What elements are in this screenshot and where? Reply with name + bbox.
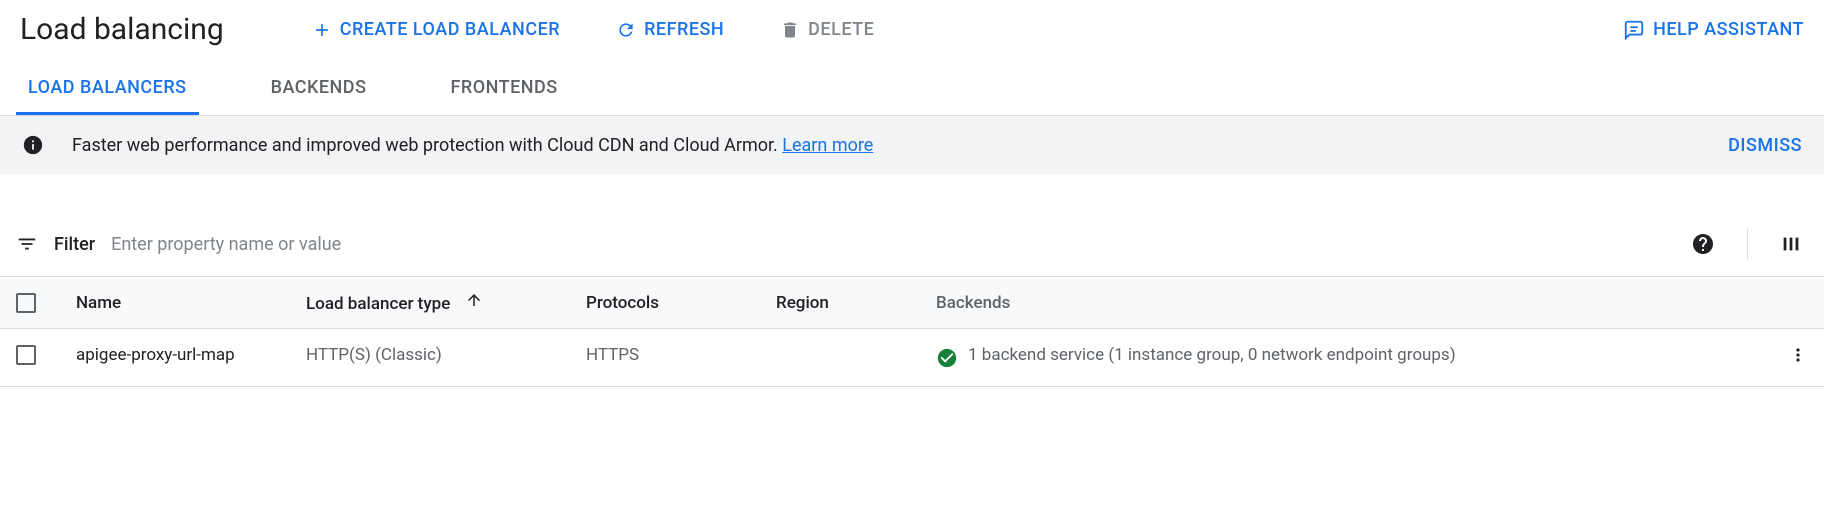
table-row[interactable]: apigee-proxy-url-map HTTP(S) (Classic) H… bbox=[0, 329, 1824, 387]
lb-type: HTTP(S) (Classic) bbox=[290, 329, 570, 387]
delete-button: DELETE bbox=[772, 13, 882, 46]
tab-frontends[interactable]: FRONTENDS bbox=[438, 63, 569, 115]
filter-bar: Filter bbox=[0, 212, 1824, 276]
select-all-checkbox[interactable] bbox=[16, 293, 36, 313]
filter-icon bbox=[16, 233, 38, 255]
filter-input[interactable] bbox=[111, 234, 1669, 255]
lb-backends: 1 backend service (1 instance group, 0 n… bbox=[968, 345, 1456, 365]
delete-label: DELETE bbox=[808, 19, 874, 40]
load-balancers-table: Name Load balancer type Protocols Region… bbox=[0, 276, 1824, 387]
banner-message: Faster web performance and improved web … bbox=[72, 135, 782, 156]
column-header-name[interactable]: Name bbox=[60, 277, 290, 329]
dismiss-button[interactable]: DISMISS bbox=[1728, 135, 1802, 156]
help-icon bbox=[1691, 232, 1715, 256]
lb-name[interactable]: apigee-proxy-url-map bbox=[60, 329, 290, 387]
filter-label: Filter bbox=[54, 234, 95, 255]
more-actions-icon[interactable] bbox=[1788, 345, 1808, 365]
tab-backends[interactable]: BACKENDS bbox=[259, 63, 379, 115]
help-label: HELP ASSISTANT bbox=[1653, 19, 1804, 40]
column-header-type[interactable]: Load balancer type bbox=[290, 277, 570, 329]
info-banner: Faster web performance and improved web … bbox=[0, 116, 1824, 174]
column-header-region[interactable]: Region bbox=[760, 277, 920, 329]
chat-icon bbox=[1623, 19, 1645, 41]
create-load-balancer-button[interactable]: CREATE LOAD BALANCER bbox=[304, 13, 568, 46]
row-checkbox[interactable] bbox=[16, 345, 36, 365]
check-circle-icon bbox=[936, 347, 958, 369]
lb-protocols: HTTPS bbox=[570, 329, 760, 387]
columns-icon bbox=[1780, 233, 1802, 255]
help-assistant-button[interactable]: HELP ASSISTANT bbox=[1623, 19, 1804, 41]
column-display-button[interactable] bbox=[1774, 227, 1808, 261]
column-header-backends[interactable]: Backends bbox=[920, 277, 1724, 329]
banner-text: Faster web performance and improved web … bbox=[72, 135, 873, 156]
refresh-label: REFRESH bbox=[644, 19, 724, 40]
page-title: Load balancing bbox=[20, 12, 224, 47]
trash-icon bbox=[780, 20, 800, 40]
learn-more-link[interactable]: Learn more bbox=[782, 135, 873, 156]
refresh-icon bbox=[616, 20, 636, 40]
divider bbox=[1747, 228, 1748, 260]
table-header-row: Name Load balancer type Protocols Region… bbox=[0, 277, 1824, 329]
info-icon bbox=[22, 134, 44, 156]
refresh-button[interactable]: REFRESH bbox=[608, 13, 732, 46]
sort-ascending-icon bbox=[465, 291, 483, 314]
filter-help-button[interactable] bbox=[1685, 226, 1721, 262]
plus-icon bbox=[312, 20, 332, 40]
create-label: CREATE LOAD BALANCER bbox=[340, 19, 560, 40]
tabs: LOAD BALANCERS BACKENDS FRONTENDS bbox=[0, 63, 1824, 116]
column-header-protocols[interactable]: Protocols bbox=[570, 277, 760, 329]
type-header-text: Load balancer type bbox=[306, 294, 450, 314]
tab-load-balancers[interactable]: LOAD BALANCERS bbox=[16, 63, 199, 115]
lb-region bbox=[760, 329, 920, 387]
